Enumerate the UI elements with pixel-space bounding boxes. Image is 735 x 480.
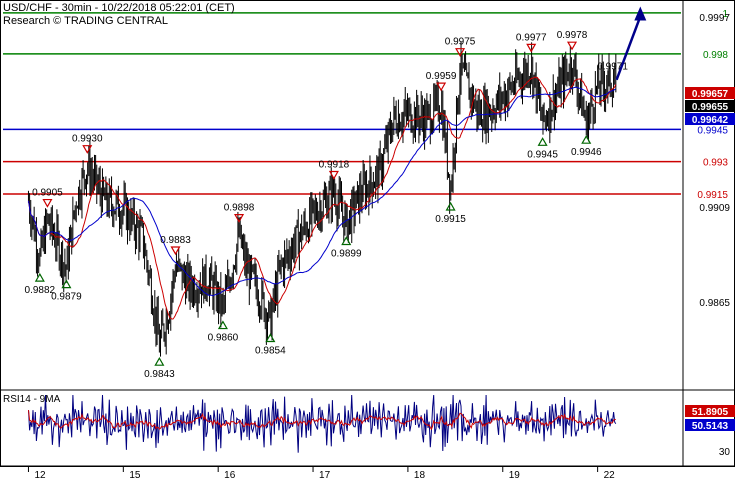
- swing-label-15: 0.9945: [527, 149, 558, 160]
- price-tag-2: 0.99642: [692, 115, 729, 126]
- rsi-title: RSI14 - 9MA: [3, 394, 61, 405]
- rsi-tag-1: 50.5143: [692, 421, 729, 432]
- price-bars: [27, 41, 617, 357]
- swing-label-11: 0.9959: [426, 71, 457, 82]
- swing-label-8: 0.9854: [255, 345, 286, 356]
- swing-label-12: 0.9915: [435, 214, 466, 225]
- swing-label-3: 0.9930: [72, 134, 103, 145]
- x-tick-label-5: 19: [509, 470, 521, 480]
- swing-label-2: 0.9879: [51, 292, 82, 303]
- x-tick-label-3: 17: [319, 470, 331, 480]
- swing-label-4: 0.9843: [144, 369, 175, 380]
- y-tick-label-2: 0.9865: [699, 298, 730, 309]
- swing-low-marker-15: [537, 137, 548, 146]
- swing-label-13: 0.9975: [445, 37, 476, 48]
- swing-label-0: 0.9905: [32, 188, 63, 199]
- y-tick-label-0: 0.9997: [699, 13, 730, 24]
- x-tick-label-2: 16: [224, 470, 236, 480]
- level-label-2: 0.9945: [697, 125, 728, 136]
- rsi-tag-0: 51.8905: [692, 407, 729, 418]
- swing-label-9: 0.9918: [319, 160, 350, 171]
- swing-low-marker-6: [217, 320, 228, 330]
- y-tick-label-1: 0.9909: [699, 203, 730, 214]
- x-tick-label-4: 18: [414, 470, 426, 480]
- swing-high-marker-16: [566, 41, 578, 51]
- swing-label-5: 0.9883: [160, 235, 191, 246]
- swing-high-marker-0: [42, 198, 53, 208]
- price-chart: 10.9980.99450.9930.99150.99970.99090.986…: [0, 0, 735, 480]
- chart-title: USD/CHF - 30min - 10/22/2018 05:22:01 (C…: [3, 2, 235, 14]
- x-tick-label-6: 22: [604, 470, 616, 480]
- chart-stage: 1 0.998 0.9945 0.993 0.9915 0.9997 0.9909 0.986…: [0, 0, 735, 480]
- swing-label-6: 0.9860: [208, 333, 239, 344]
- swing-label-17: 0.9946: [571, 147, 602, 158]
- swing-label-16: 0.9978: [557, 30, 588, 41]
- swing-label-7: 0.9898: [224, 203, 255, 214]
- projection-arrow-line: [615, 16, 642, 81]
- swing-low-marker-4: [154, 356, 165, 366]
- level-label-1: 0.998: [703, 50, 728, 61]
- swing-label-10: 0.9899: [331, 248, 362, 259]
- rsi-y-tick-0: 30: [719, 447, 731, 458]
- price-tag-1: 0.99655: [692, 102, 729, 113]
- swing-low-marker-1: [34, 272, 45, 282]
- swing-low-marker-12: [445, 201, 456, 211]
- x-tick-label-0: 12: [34, 470, 46, 480]
- level-label-4: 0.9915: [697, 190, 728, 201]
- chart-subtitle: Research © TRADING CENTRAL: [3, 15, 168, 27]
- swing-low-marker-17: [581, 134, 592, 144]
- x-tick-label-1: 15: [129, 470, 141, 480]
- swing-label-14: 0.9977: [516, 32, 547, 43]
- price-tag-0: 0.99657: [692, 89, 729, 100]
- level-label-3: 0.993: [703, 158, 728, 169]
